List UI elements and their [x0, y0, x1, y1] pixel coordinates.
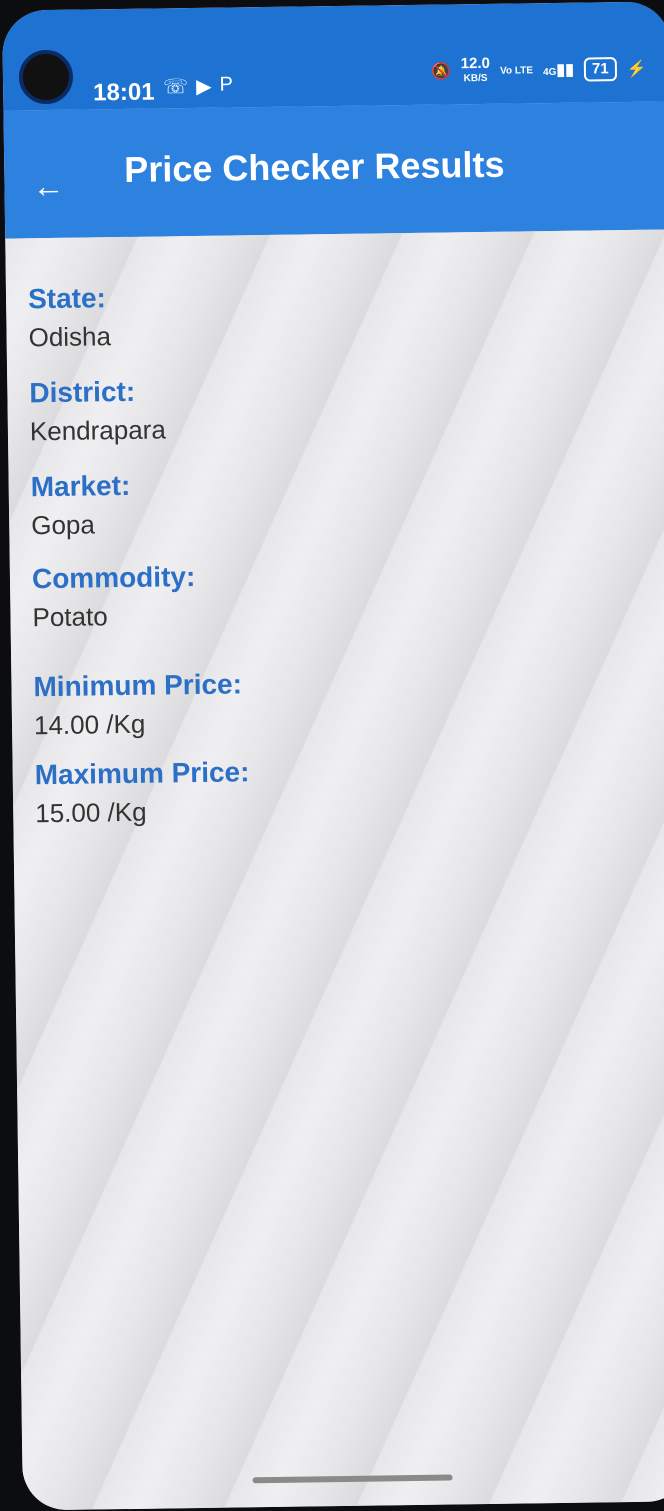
min-price-value: 14.00 /Kg — [33, 708, 146, 741]
charging-icon: ⚡ — [626, 60, 647, 78]
network-speed: 12.0 KB/S — [460, 54, 491, 85]
market-label: Market: — [30, 469, 131, 503]
whatsapp-icon: ☏ — [162, 76, 189, 99]
max-price-field: Maximum Price: 15.00 /Kg — [34, 755, 250, 830]
market-value: Gopa — [31, 509, 96, 541]
market-field: Market: Gopa — [30, 469, 131, 542]
min-price-label: Minimum Price: — [33, 668, 243, 703]
youtube-icon: ▶ — [195, 75, 212, 98]
max-price-label: Maximum Price: — [34, 756, 250, 791]
mute-icon: 🔕 — [430, 63, 451, 81]
state-label: State: — [27, 282, 107, 315]
district-field: District: Kendrapara — [29, 374, 166, 448]
back-button[interactable]: ← — [30, 168, 66, 204]
arrow-back-icon: ← — [32, 167, 65, 205]
state-value: Odisha — [28, 321, 112, 353]
phone-screen: 18:01 ☏ ▶ P 🔕 12.0 KB/S Vo LTE 4G▮▮ 71 ⚡… — [2, 1, 664, 1511]
front-camera — [18, 49, 74, 105]
system-icons: 🔕 12.0 KB/S Vo LTE 4G▮▮ 71 ⚡ — [431, 54, 647, 87]
district-label: District: — [29, 375, 136, 409]
district-value: Kendrapara — [29, 414, 166, 447]
volte-icon: Vo LTE — [499, 64, 534, 77]
status-bar: 18:01 ☏ ▶ P 🔕 12.0 KB/S Vo LTE 4G▮▮ 71 ⚡ — [2, 1, 664, 111]
commodity-field: Commodity: Potato — [32, 560, 196, 634]
results-content: State: Odisha District: Kendrapara Marke… — [5, 229, 664, 1511]
signal-icon: 4G▮▮ — [542, 61, 575, 79]
status-time: 18:01 — [93, 78, 155, 107]
state-field: State: Odisha — [28, 281, 111, 354]
paytm-icon: P — [219, 73, 233, 96]
max-price-value: 15.00 /Kg — [35, 796, 147, 829]
min-price-field: Minimum Price: 14.00 /Kg — [33, 667, 242, 742]
commodity-label: Commodity: — [31, 561, 196, 595]
home-indicator[interactable] — [252, 1474, 453, 1484]
commodity-value: Potato — [32, 601, 108, 633]
battery-icon: 71 — [583, 57, 617, 82]
notification-icons: ☏ ▶ P — [163, 73, 233, 99]
page-title: Price Checker Results — [123, 143, 505, 190]
